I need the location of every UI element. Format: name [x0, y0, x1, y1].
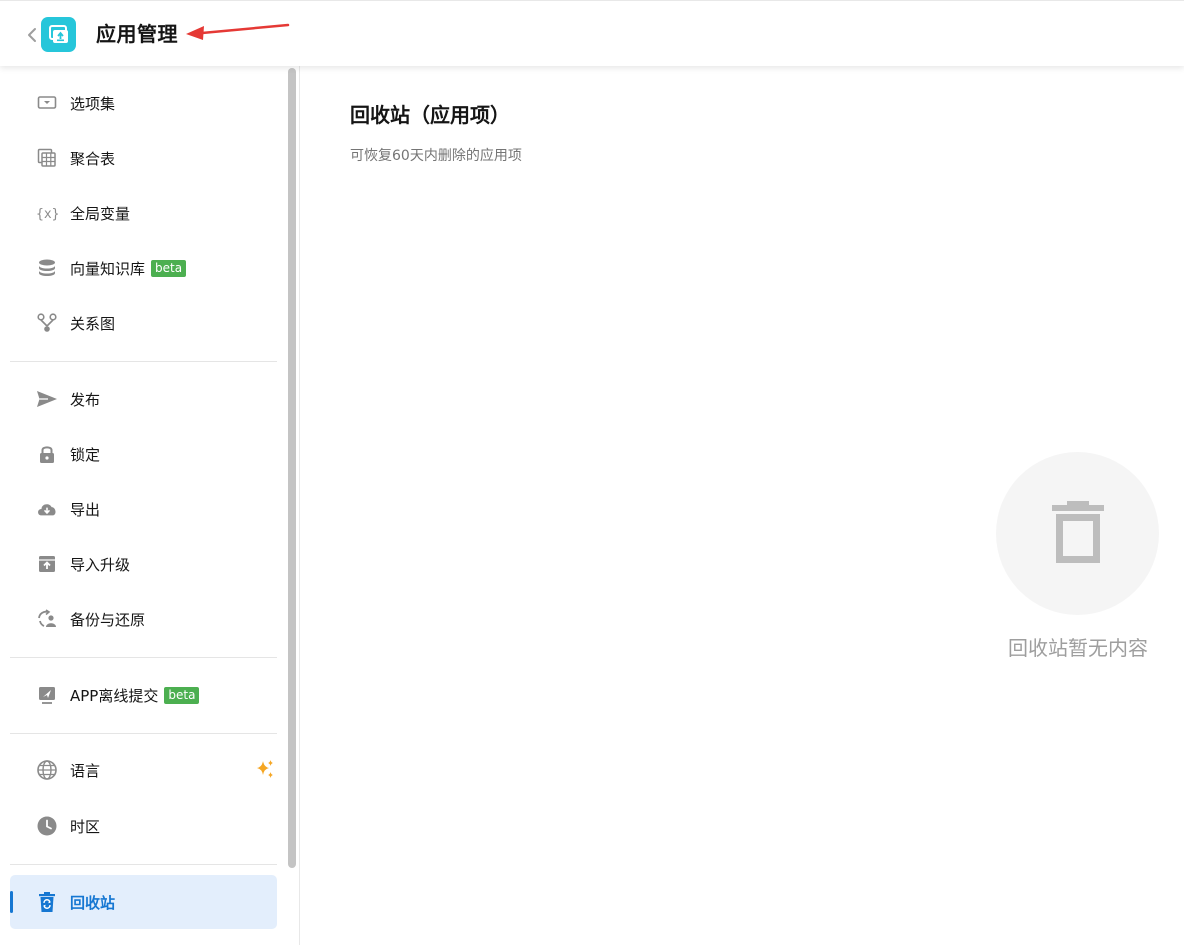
sidebar-item-label: 导出	[70, 500, 101, 519]
relation-graph-icon	[36, 312, 58, 334]
lock-icon	[36, 443, 58, 465]
sidebar-divider	[10, 657, 277, 658]
beta-badge: beta	[164, 686, 200, 704]
sidebar-item-label: APP离线提交	[70, 686, 159, 705]
sidebar-item-label: 向量知识库	[70, 259, 146, 278]
option-set-icon	[36, 92, 58, 114]
sidebar-item-label: 关系图	[70, 314, 116, 333]
sidebar-item-recycle-bin[interactable]: 回收站	[10, 875, 277, 929]
sidebar-divider	[10, 864, 277, 865]
chevron-left-icon[interactable]	[22, 23, 40, 47]
page-title: 应用管理	[96, 22, 178, 46]
backup-restore-icon	[36, 608, 58, 630]
database-icon	[36, 257, 58, 279]
sidebar-item-label: 语言	[70, 761, 101, 780]
beta-badge: beta	[151, 259, 187, 277]
sidebar-item-label: 锁定	[70, 445, 101, 464]
svg-text:{x}: {x}	[36, 207, 58, 222]
globe-icon	[36, 759, 58, 781]
sidebar-item-label: 选项集	[70, 94, 116, 113]
sidebar-item-app-offline-submit[interactable]: APP离线提交 beta	[10, 668, 277, 722]
global-variable-icon: {x}	[36, 202, 58, 224]
section-title: 回收站（应用项）	[350, 103, 510, 127]
sidebar-item-label: 聚合表	[70, 149, 116, 168]
section-subtitle: 可恢复60天内删除的应用项	[350, 148, 522, 164]
send-icon	[36, 388, 58, 410]
recycle-bin-icon	[36, 891, 58, 913]
app-manage-icon	[41, 17, 76, 52]
sidebar-item-vector-knowledge-base[interactable]: 向量知识库 beta	[10, 241, 277, 295]
annotation-arrow-icon	[186, 23, 290, 40]
sidebar-item-export[interactable]: 导出	[10, 482, 277, 536]
import-upgrade-icon	[36, 553, 58, 575]
sidebar-item-label: 备份与还原	[70, 610, 146, 629]
sidebar-item-label: 时区	[70, 817, 101, 836]
empty-state-text: 回收站暂无内容	[1008, 636, 1148, 660]
sidebar-item-timezone[interactable]: 时区	[10, 799, 277, 853]
aggregate-table-icon	[36, 147, 58, 169]
sidebar-item-label: 全局变量	[70, 204, 131, 223]
sidebar-item-import-upgrade[interactable]: 导入升级	[10, 537, 277, 591]
sidebar-item-language[interactable]: 语言	[10, 743, 277, 797]
sidebar-item-label: 发布	[70, 390, 101, 409]
empty-state-illustration	[996, 452, 1159, 615]
sidebar-item-global-variable[interactable]: {x} 全局变量	[10, 186, 277, 240]
sidebar-item-relation-graph[interactable]: 关系图	[10, 296, 277, 350]
sidebar-item-aggregate-table[interactable]: 聚合表	[10, 131, 277, 185]
sidebar-item-label: 回收站	[70, 893, 116, 912]
offline-submit-icon	[36, 684, 58, 706]
sidebar-item-publish[interactable]: 发布	[10, 372, 277, 426]
sidebar-item-option-set[interactable]: 选项集	[10, 76, 277, 130]
sidebar-divider	[10, 733, 277, 734]
sparkle-icon	[257, 760, 273, 778]
sidebar-divider	[10, 361, 277, 362]
sidebar-scrollbar[interactable]	[288, 68, 296, 868]
top-header: 应用管理	[0, 0, 1184, 66]
cloud-download-icon	[36, 498, 58, 520]
trash-icon	[1051, 500, 1104, 563]
sidebar-item-label: 导入升级	[70, 555, 131, 574]
active-indicator	[10, 891, 13, 913]
sidebar-item-backup-restore[interactable]: 备份与还原	[10, 592, 277, 646]
sidebar-item-lock[interactable]: 锁定	[10, 427, 277, 481]
clock-icon	[36, 815, 58, 837]
